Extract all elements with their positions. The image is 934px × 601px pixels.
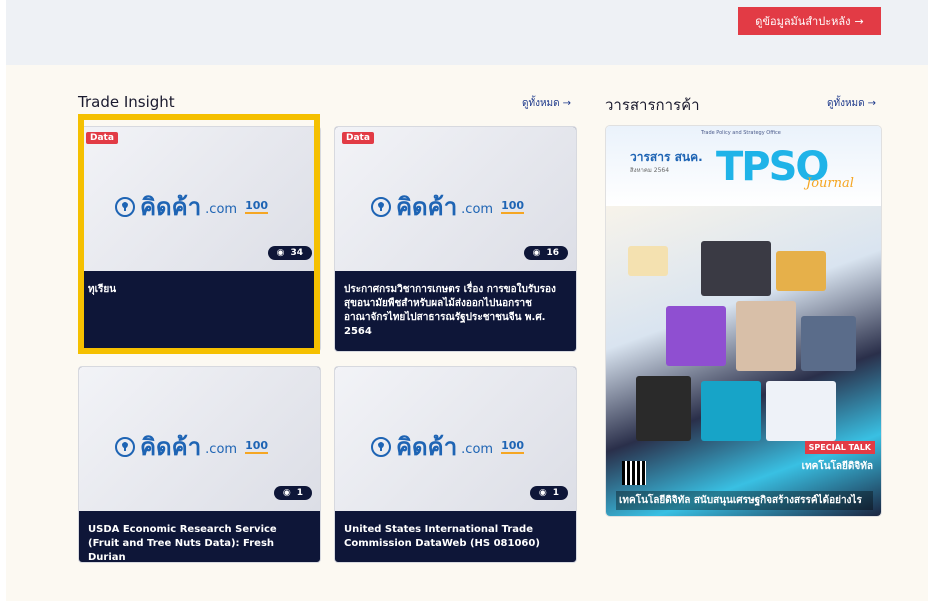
businessman-tile (766, 381, 836, 441)
card-title: USDA Economic Research Service (Fruit an… (88, 524, 277, 563)
brand-name: คิดค้า (396, 193, 458, 221)
journal-title: วารสารการค้า (605, 96, 700, 114)
phone-tile (666, 306, 726, 366)
trade-insight-title: Trade Insight (78, 93, 175, 111)
card-thumbnail: Data คิดค้า .com 100 ◉ 16 (335, 127, 576, 271)
arrow-right-icon: → (867, 98, 877, 109)
view-count-badge: ◉ 1 (529, 486, 568, 500)
journal-caption: เทคโนโลยีดิจิทัล สนับสนุนเศรษฐกิจสร้างสร… (616, 491, 873, 510)
view-count-badge: ◉ 16 (523, 246, 568, 260)
brand-name: คิดค้า (396, 433, 458, 461)
special-talk-title: เทคโนโลยีดิจิทัล (801, 461, 873, 472)
trade-insight-see-all-link[interactable]: ดูทั้งหมด → (522, 96, 571, 111)
cassava-data-button-label: ดูข้อมูลมันสำปะหลัง (755, 15, 851, 28)
trade-insight-card[interactable]: คิดค้า .com 100 ◉ 1 USDA Economic Resear… (78, 366, 321, 563)
trade-insight-card[interactable]: คิดค้า .com 100 ◉ 1 United States Intern… (334, 366, 577, 563)
qr-code-icon (622, 461, 646, 485)
brand-suffix: .com (461, 202, 494, 217)
issue-date: สิงหาคม 2564 (630, 167, 670, 174)
view-count: 1 (552, 488, 559, 498)
lightbulb-icon (371, 196, 391, 217)
office-name: Trade Policy and Strategy Office (701, 130, 781, 136)
cover-small-title: วารสาร สนค. สิงหาคม 2564 (630, 150, 703, 178)
trade-insight-card[interactable]: Data คิดค้า .com 100 ◉ 16 ประกาศกรมวิชาก… (334, 126, 577, 352)
kidkha-logo: คิดค้า .com 100 (114, 427, 269, 466)
journal-see-all-link[interactable]: ดูทั้งหมด → (827, 96, 876, 111)
view-count-badge: ◉ 1 (273, 486, 312, 500)
shopping-tile (636, 376, 691, 441)
lightbulb-icon (371, 436, 391, 457)
brand-suffix: .com (205, 442, 238, 457)
laptop-tile (801, 316, 856, 371)
anniversary-badge: 100 (245, 439, 269, 454)
kidkha-logo: คิดค้า .com 100 (370, 187, 525, 226)
card-thumbnail: คิดค้า .com 100 ◉ 1 (79, 367, 320, 511)
kidkha-logo: คิดค้า .com 100 (370, 427, 525, 466)
view-count: 16 (546, 248, 559, 258)
lightbulb-icon (115, 436, 135, 457)
data-tag: Data (342, 132, 374, 144)
cover-masthead: Trade Policy and Strategy Office วารสาร … (606, 126, 881, 206)
vr-headset-tile (701, 241, 771, 296)
anniversary-badge: 100 (501, 439, 525, 454)
selection-highlight (78, 114, 320, 354)
cassava-data-button[interactable]: ดูข้อมูลมันสำปะหลัง → (738, 7, 881, 35)
special-talk-label: SPECIAL TALK (804, 441, 875, 454)
eye-icon: ◉ (538, 488, 547, 498)
brand-name: คิดค้า (140, 433, 202, 461)
graph-tile (701, 381, 761, 441)
see-all-label: ดูทั้งหมด (827, 98, 865, 109)
idea-bulb-tile (628, 246, 668, 276)
card-title: United States International Trade Commis… (344, 524, 540, 549)
see-all-label: ดูทั้งหมด (522, 98, 560, 109)
view-count: 1 (296, 488, 303, 498)
anniversary-badge: 100 (501, 199, 525, 214)
journal-word: Journal (806, 176, 854, 191)
card-title: ประกาศกรมวิชาการเกษตร เรื่อง การขอใบรับร… (344, 284, 556, 337)
eye-icon: ◉ (282, 488, 291, 498)
journal-cover[interactable]: Trade Policy and Strategy Office วารสาร … (605, 125, 882, 517)
eye-icon: ◉ (532, 248, 541, 258)
card-thumbnail: คิดค้า .com 100 ◉ 1 (335, 367, 576, 511)
woman-tile (736, 301, 796, 371)
arrow-right-icon: → (854, 14, 864, 28)
brand-suffix: .com (461, 442, 494, 457)
coins-tile (776, 251, 826, 291)
arrow-right-icon: → (562, 98, 572, 109)
small-title-text: วารสาร สนค. (630, 150, 703, 164)
